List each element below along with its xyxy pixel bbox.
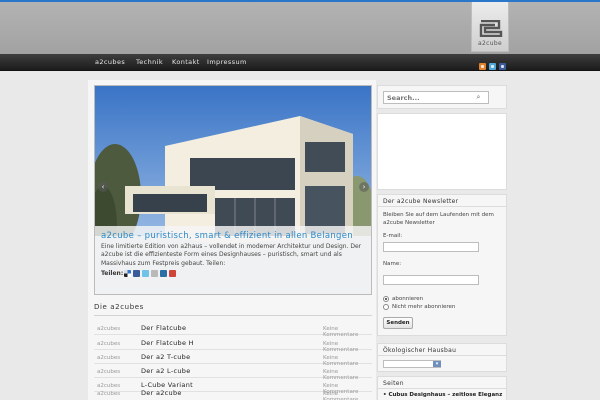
post-comments[interactable]: Keine Kommentare: [323, 391, 372, 400]
email-share-icon[interactable]: [151, 270, 158, 277]
slide-text: Eine limitierte Edition von a2haus – vol…: [101, 243, 362, 267]
twitter-share-icon[interactable]: [142, 270, 149, 277]
search-widget: ⌕: [377, 85, 507, 109]
share-label: Teilen:: [101, 270, 124, 277]
ad-area: [377, 113, 507, 190]
seiten-widget: Seiten • Cubus Designhaus – zeitlose Ele…: [377, 376, 507, 400]
nav-item-technik[interactable]: Technik: [136, 58, 163, 66]
facebook-icon[interactable]: [499, 63, 506, 70]
slider-next-button[interactable]: ›: [359, 182, 369, 192]
post-author[interactable]: a2cubes: [97, 369, 120, 375]
delicious-icon[interactable]: [124, 270, 131, 277]
post-author[interactable]: a2cubes: [97, 326, 120, 332]
post-title[interactable]: Der Flatcube: [141, 324, 186, 332]
nav-item-impressum[interactable]: Impressum: [207, 58, 247, 66]
seiten-title: Seiten: [378, 377, 506, 389]
email-field[interactable]: [383, 242, 479, 252]
nav-item-kontakt[interactable]: Kontakt: [172, 58, 200, 66]
post-title[interactable]: Der a2 T-cube: [141, 353, 190, 361]
post-title[interactable]: Der a2cube: [141, 389, 182, 397]
post-author[interactable]: a2cubes: [97, 341, 120, 347]
oeko-select[interactable]: ▾: [383, 360, 441, 368]
post-title[interactable]: Der Flatcube H: [141, 339, 194, 347]
google-share-icon[interactable]: [169, 270, 176, 277]
slider-prev-button[interactable]: ‹: [98, 182, 108, 192]
name-field[interactable]: [383, 275, 479, 285]
newsletter-title: Der a2cube Newsletter: [378, 195, 506, 207]
email-label: E-mail:: [383, 233, 403, 239]
table-row[interactable]: a2cubes Der a2cube Keine Kommentare: [94, 386, 372, 400]
section-divider: [94, 315, 372, 316]
newsletter-widget: Der a2cube Newsletter Bleiben Sie auf de…: [377, 194, 507, 336]
unsubscribe-radio[interactable]: [383, 304, 389, 310]
nav-item-a2cubes[interactable]: a2cubes: [95, 58, 125, 66]
unsubscribe-label: Nicht mehr abonnieren: [392, 304, 456, 310]
post-author[interactable]: a2cubes: [97, 355, 120, 361]
a2cube-logo-icon: [479, 20, 503, 37]
chevron-down-icon[interactable]: ▾: [433, 361, 441, 367]
newsletter-intro: Bleiben Sie auf dem Laufenden mit dem a2…: [383, 212, 494, 226]
seiten-link[interactable]: • Cubus Designhaus – zeitlose Eleganz: [383, 392, 502, 398]
table-row[interactable]: a2cubes Der Flatcube Keine Kommentare: [94, 321, 372, 338]
name-label: Name:: [383, 261, 402, 267]
table-row[interactable]: a2cubes Der a2 L-cube Keine Kommentare: [94, 364, 372, 381]
post-author[interactable]: a2cubes: [97, 391, 120, 397]
main-nav: a2cubes Technik Kontakt Impressum: [0, 54, 600, 71]
oeko-title: Ökologischer Hausbau: [378, 344, 506, 356]
search-icon[interactable]: ⌕: [474, 93, 483, 102]
table-row[interactable]: a2cubes Der Flatcube H Keine Kommentare: [94, 336, 372, 353]
logo[interactable]: a2cube: [471, 2, 509, 52]
slide-caption: a2cube – puristisch, smart & effizient i…: [95, 226, 371, 294]
subscribe-label: abonnieren: [392, 296, 424, 302]
oeko-widget: Ökologischer Hausbau ▾: [377, 343, 507, 372]
linkedin-share-icon[interactable]: [160, 270, 167, 277]
site-header: a2cube: [0, 2, 600, 54]
logo-text: a2cube: [478, 40, 502, 47]
twitter-icon[interactable]: [489, 63, 496, 70]
table-row[interactable]: a2cubes Der a2 T-cube Keine Kommentare: [94, 350, 372, 367]
section-title: Die a2cubes: [94, 303, 144, 311]
seiten-link-text[interactable]: Cubus Designhaus – zeitlose Eleganz: [388, 392, 502, 398]
slide-title[interactable]: a2cube – puristisch, smart & effizient i…: [101, 231, 353, 241]
facebook-share-icon[interactable]: [133, 270, 140, 277]
subscribe-radio[interactable]: [383, 296, 389, 302]
post-title[interactable]: Der a2 L-cube: [141, 367, 191, 375]
rss-icon[interactable]: [479, 63, 486, 70]
submit-button[interactable]: Senden: [383, 317, 413, 329]
featured-slider[interactable]: ‹ › a2cube – puristisch, smart & effizie…: [94, 85, 372, 295]
